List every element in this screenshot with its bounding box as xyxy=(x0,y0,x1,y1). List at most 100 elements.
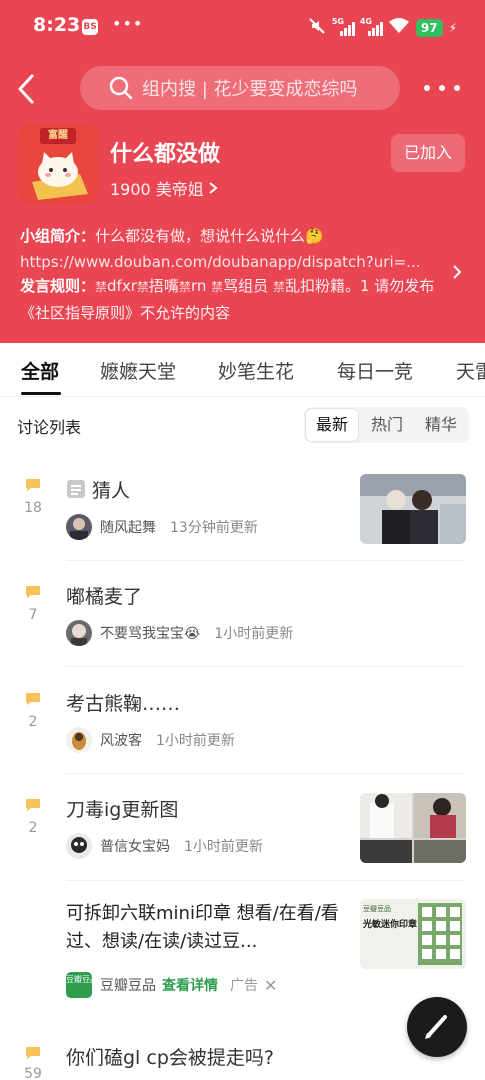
group-intro: 小组简介：什么都没有做，想说什么说什么🤔 xyxy=(20,223,460,249)
topic-row[interactable]: 2 考古熊鞠…… 风波客 1小时前更新 xyxy=(0,684,485,774)
close-ad-icon[interactable]: ✕ xyxy=(264,976,277,995)
tab-all[interactable]: 全部 xyxy=(21,357,59,384)
search-icon xyxy=(109,76,133,100)
ban-icon: 禁 xyxy=(178,280,191,294)
avatar[interactable] xyxy=(66,833,92,859)
ad-title: 可拆卸六联mini印章 想看/在看/看过、想读/在读/读过豆... xyxy=(66,903,339,952)
group-avatar[interactable]: 富醒 xyxy=(18,124,98,204)
tab-daily-guess[interactable]: 每日一竞 xyxy=(337,357,413,384)
joined-button[interactable]: 已加入 xyxy=(391,134,465,172)
group-rules[interactable]: 发言规则：禁dfxr禁捂嘴禁rn 禁骂组员 禁乱扣粉籍。1 请勿发布《社区指导原… xyxy=(20,273,440,326)
status-indicators: 5G 4G 97 ⚡ xyxy=(308,17,457,39)
topic-meta: 风波客 1小时前更新 xyxy=(66,727,235,753)
update-time: 13分钟前更新 xyxy=(170,520,258,536)
compose-button[interactable] xyxy=(407,997,467,1057)
signal-4g-icon: 4G xyxy=(360,17,383,36)
back-arrow-icon xyxy=(18,74,34,104)
intro-label: 小组简介： xyxy=(20,227,96,245)
intro-url[interactable]: https://www.douban.com/doubanapp/dispatc… xyxy=(20,249,440,275)
more-icon[interactable] xyxy=(424,80,460,96)
row-divider xyxy=(66,773,465,774)
group-search-input[interactable]: 组内搜 | 花少要变成恋综吗 xyxy=(80,66,400,110)
pen-icon xyxy=(425,1015,447,1039)
back-button[interactable] xyxy=(14,72,42,106)
author-name[interactable]: 普信女宝妈 xyxy=(100,836,170,856)
ban-icon: 禁 xyxy=(95,280,108,294)
topic-row[interactable]: 7 嘟橘麦了 不要骂我宝宝😭 1小时前更新 xyxy=(0,577,485,667)
comment-bubble-icon xyxy=(26,479,40,491)
douban-goods-logo: 豆瓣豆品 xyxy=(66,972,98,998)
sort-featured[interactable]: 精华 xyxy=(414,407,468,443)
reply-count: 2 xyxy=(28,820,38,836)
ad-thumbnail[interactable]: 豆瓣豆品 光敏迷你印章 xyxy=(360,899,466,969)
charging-icon: ⚡ xyxy=(448,21,457,35)
topic-meta: 随风起舞 13分钟前更新 xyxy=(66,514,258,540)
tab-mama-heaven[interactable]: 嬷嬷天堂 xyxy=(100,357,176,384)
ad-brand: 豆瓣豆品 xyxy=(100,978,156,994)
ad-thumb-title: 光敏迷你印章 xyxy=(363,920,418,930)
active-tab-indicator xyxy=(21,392,61,395)
tab-writing[interactable]: 妙笔生花 xyxy=(218,357,294,384)
update-time: 1小时前更新 xyxy=(184,839,263,855)
discussion-list-title: 讨论列表 xyxy=(17,418,82,437)
topic-title: 考古熊鞠…… xyxy=(66,693,181,715)
comment-bubble-icon xyxy=(26,586,40,598)
member-count: 1900 美帝姐 xyxy=(110,180,204,199)
topic-thumbnail[interactable] xyxy=(360,474,466,544)
comment-bubble-icon xyxy=(26,693,40,705)
ban-icon: 禁 xyxy=(136,280,149,294)
chevron-right-icon xyxy=(209,182,218,194)
sort-latest[interactable]: 最新 xyxy=(305,408,359,442)
battery-level: 97 xyxy=(415,19,443,37)
document-icon xyxy=(67,480,85,498)
group-header: 8:23 BS ••• 5G 4G 97 ⚡ 组内搜 | 花少要变成恋综吗 富醒… xyxy=(0,0,485,343)
wifi-icon xyxy=(388,17,410,39)
avatar[interactable] xyxy=(66,620,92,646)
avatar-stamp-text: 富醒 xyxy=(40,128,76,144)
category-tabs: 全部 嬷嬷天堂 妙笔生花 每日一竞 天雷 xyxy=(0,343,485,397)
group-name: 什么都没做 xyxy=(110,142,221,167)
view-details-link[interactable]: 查看详情 xyxy=(162,975,218,995)
update-time: 1小时前更新 xyxy=(156,733,235,749)
topic-row[interactable]: 2 刀毒ig更新图 普信女宝妈 1小时前更新 xyxy=(0,790,485,880)
topic-row[interactable]: 18 猜人 随风起舞 13分钟前更新 xyxy=(0,470,485,560)
topic-meta: 不要骂我宝宝😭 1小时前更新 xyxy=(66,620,293,646)
reply-count: 7 xyxy=(28,607,38,623)
topic-meta: 普信女宝妈 1小时前更新 xyxy=(66,833,263,859)
ban-icon: 禁 xyxy=(272,280,285,294)
status-bar: 8:23 BS ••• 5G 4G 97 ⚡ xyxy=(0,0,485,56)
topic-thumbnail[interactable] xyxy=(360,793,466,863)
member-count-link[interactable]: 1900 美帝姐 xyxy=(110,176,218,200)
more-notifications-icon: ••• xyxy=(112,14,144,33)
reply-count: 18 xyxy=(24,500,42,516)
ban-icon: 禁 xyxy=(211,280,224,294)
ad-meta: 豆瓣豆品 豆瓣豆品 查看详情 广告 ✕ xyxy=(66,972,277,998)
update-time: 1小时前更新 xyxy=(214,626,294,642)
row-divider xyxy=(66,560,465,561)
topic-title: 你们磕gl cp会被提走吗? xyxy=(66,1047,274,1069)
topic-title: 猜人 xyxy=(92,480,131,502)
author-name[interactable]: 风波客 xyxy=(100,730,142,750)
author-name[interactable]: 不要骂我宝宝😭 xyxy=(100,623,200,643)
row-divider xyxy=(66,666,465,667)
topic-title: 嘟橘麦了 xyxy=(66,586,143,608)
tab-tianlei[interactable]: 天雷 xyxy=(456,357,485,384)
avatar[interactable] xyxy=(66,727,92,753)
search-placeholder: 组内搜 | 花少要变成恋综吗 xyxy=(142,79,358,100)
intro-text: 什么都没有做，想说什么说什么🤔 xyxy=(95,227,324,245)
ad-thumb-brand: 豆瓣豆品 xyxy=(363,905,391,913)
ad-label: 广告 xyxy=(230,978,258,994)
comment-bubble-icon xyxy=(26,1047,40,1059)
avatar[interactable] xyxy=(66,514,92,540)
sort-hot[interactable]: 热门 xyxy=(360,407,414,443)
signal-5g-icon: 5G xyxy=(332,17,355,36)
status-time: 8:23 xyxy=(33,14,81,36)
row-divider xyxy=(66,880,465,881)
topic-title: 刀毒ig更新图 xyxy=(66,799,179,821)
rules-label: 发言规则： xyxy=(20,277,96,295)
reply-count: 2 xyxy=(28,714,38,730)
mute-icon xyxy=(308,17,326,39)
sort-selector: 最新 热门 精华 xyxy=(304,407,469,443)
chevron-right-icon[interactable] xyxy=(450,262,464,282)
author-name[interactable]: 随风起舞 xyxy=(100,517,156,537)
